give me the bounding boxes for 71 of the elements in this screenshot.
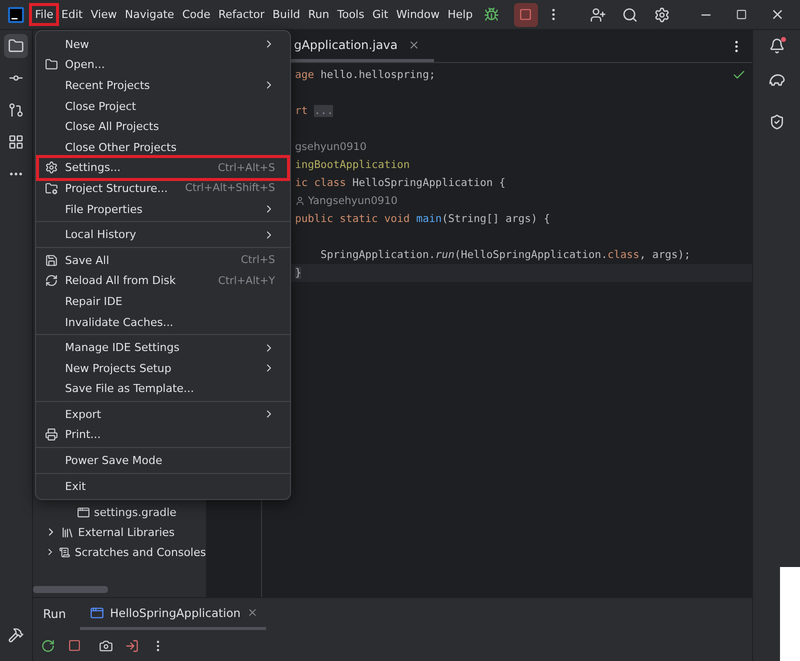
folder-gear-icon [45, 182, 58, 195]
bell-icon[interactable] [768, 38, 784, 54]
library-icon [61, 526, 74, 538]
run-tab[interactable]: HelloSpringApplication [80, 598, 266, 630]
menu-item[interactable]: Navigate [122, 6, 178, 23]
code-line: rt ... [295, 105, 334, 117]
menu-item[interactable]: Save All Ctrl+S [39, 250, 287, 271]
tree-item[interactable]: settings.gradle [94, 506, 176, 518]
folder-icon[interactable] [4, 34, 28, 58]
menu-item[interactable]: Tools [334, 6, 368, 23]
search-icon[interactable] [622, 6, 638, 22]
bug-icon[interactable] [484, 7, 500, 22]
author-hint: gsehyun0910 [295, 141, 366, 153]
rerun-icon[interactable] [41, 638, 55, 652]
code-line: public static void main(String[] args) { [295, 213, 550, 225]
app-logo [8, 6, 24, 22]
code-line: ingBootApplication [295, 159, 410, 171]
save-icon [45, 254, 58, 267]
menu-item[interactable]: Print... [39, 424, 287, 446]
settings-icon [45, 161, 58, 174]
scratches-icon [59, 546, 71, 558]
menu-item[interactable]: Close Project [39, 96, 287, 116]
menu-item[interactable]: File Properties [39, 198, 287, 220]
close-icon[interactable] [408, 38, 420, 50]
code-line: age hello.hellospring; [295, 69, 436, 81]
menu-item[interactable]: Close Other Projects [39, 136, 287, 158]
menu-item[interactable]: Power Save Mode [39, 450, 287, 471]
stop-icon [519, 8, 532, 21]
menu-item[interactable]: Save File as Template... [39, 378, 287, 400]
menu-item[interactable]: File [32, 6, 56, 23]
reload-icon [45, 274, 58, 288]
camera-icon[interactable] [99, 638, 113, 652]
exit-icon[interactable] [125, 638, 139, 652]
menu-item[interactable]: Reload All from Disk Ctrl+Alt+Y [39, 270, 287, 292]
menu-item[interactable]: Invalidate Caches... [39, 312, 287, 332]
menu-item[interactable]: Export [39, 404, 287, 425]
settings-icon[interactable] [654, 6, 670, 22]
tree-item[interactable]: Scratches and Consoles [74, 546, 206, 558]
panel-title: Run [43, 607, 66, 621]
scrollbar[interactable] [33, 586, 108, 593]
stop-icon[interactable] [68, 639, 80, 652]
tree-item[interactable]: External Libraries [78, 526, 175, 538]
menu-item[interactable]: Local History [39, 224, 287, 245]
notification-dot [780, 37, 786, 42]
author-hint: Yangsehyun0910 [308, 195, 398, 207]
close-icon[interactable] [246, 607, 258, 618]
menu-item[interactable]: Exit [39, 476, 287, 496]
menu-item[interactable]: New Projects Setup [39, 358, 287, 378]
menu-item[interactable]: Project Structure... Ctrl+Alt+Shift+S [39, 178, 287, 199]
menu-item[interactable]: Close All Projects [39, 116, 287, 137]
folder-icon [45, 58, 58, 72]
menu-item[interactable]: Manage IDE Settings [39, 337, 287, 358]
menu-item[interactable]: View [88, 6, 120, 23]
menu-item[interactable]: Run [305, 6, 332, 23]
maximize-icon[interactable] [736, 9, 748, 20]
menu-item[interactable]: Repair IDE [39, 291, 287, 312]
code-line: SpringApplication.run(HelloSpringApplication.class, args); [320, 249, 690, 261]
code-line: ic class HelloSpringApplication { [295, 177, 506, 189]
printer-icon [45, 428, 58, 442]
menu-item[interactable]: Edit [58, 6, 86, 23]
menu-item[interactable]: Help [444, 6, 476, 23]
menu-item[interactable]: Build [270, 6, 304, 23]
app-icon [90, 606, 104, 620]
menu-item[interactable]: Window [393, 6, 443, 23]
menu-item[interactable]: Refactor [215, 6, 268, 23]
menu-item[interactable]: Git [369, 6, 392, 23]
stop-button[interactable] [514, 2, 538, 26]
add-user-icon[interactable] [590, 6, 606, 22]
menu-item[interactable]: Settings... Ctrl+Alt+S [39, 158, 287, 178]
menu-item[interactable]: Code [179, 6, 214, 23]
menu-item[interactable]: Recent Projects [39, 75, 287, 96]
